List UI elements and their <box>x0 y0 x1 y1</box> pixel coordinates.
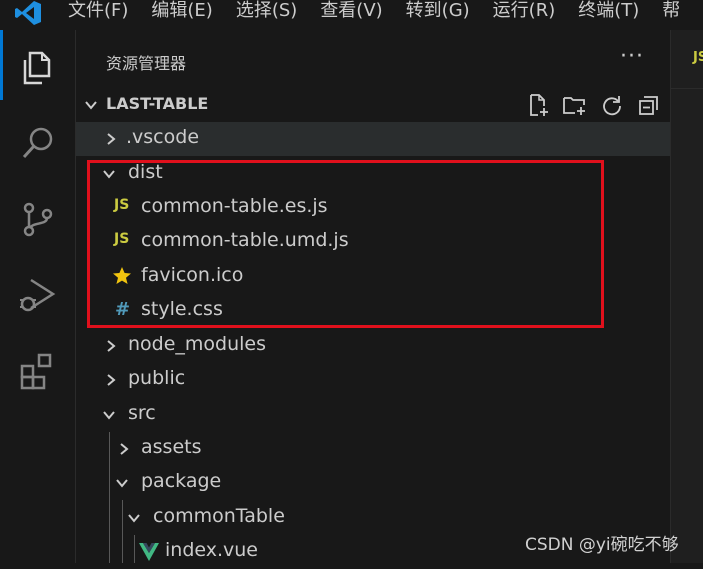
collapse-all-icon[interactable] <box>636 92 662 118</box>
search-icon[interactable] <box>17 122 59 164</box>
tree-item-label: public <box>128 367 186 389</box>
tree-folder-src[interactable]: src <box>76 398 670 432</box>
workspace-section-header[interactable]: LAST-TABLE <box>76 90 670 120</box>
menu-selection[interactable]: 选择(S) <box>236 0 297 24</box>
tree-item-label: index.vue <box>165 539 258 561</box>
tree-item-label: commonTable <box>153 505 285 527</box>
highlight-box <box>87 160 604 328</box>
tree-item-label: assets <box>141 436 202 458</box>
chevron-down-icon <box>85 101 97 110</box>
chevron-down-icon <box>128 514 140 523</box>
active-indicator <box>0 30 3 100</box>
menu-view[interactable]: 查看(V) <box>320 0 382 24</box>
chevron-right-icon <box>107 133 116 145</box>
menu-edit[interactable]: 编辑(E) <box>151 0 212 24</box>
extensions-icon[interactable] <box>17 350 59 392</box>
tree-item-label: src <box>128 402 156 424</box>
section-actions <box>525 92 662 118</box>
new-file-icon[interactable] <box>525 92 551 118</box>
more-actions-icon[interactable]: ··· <box>620 44 644 69</box>
tree-item-label: package <box>141 470 222 492</box>
new-folder-icon[interactable] <box>562 92 588 118</box>
chevron-right-icon <box>107 374 116 386</box>
chevron-right-icon <box>120 443 129 455</box>
menu-run[interactable]: 运行(R) <box>493 0 556 24</box>
run-debug-icon[interactable] <box>17 274 59 316</box>
menu-help[interactable]: 帮 <box>662 0 680 24</box>
tree-folder-node-modules[interactable]: node_modules <box>76 329 670 363</box>
activity-bar <box>0 30 76 563</box>
chevron-right-icon <box>107 340 116 352</box>
menu-file[interactable]: 文件(F) <box>68 0 128 24</box>
menu-go[interactable]: 转到(G) <box>406 0 470 24</box>
menu-items: 文件(F) 编辑(E) 选择(S) 查看(V) 转到(G) 运行(R) 终端(T… <box>68 0 703 24</box>
tab-divider <box>671 88 703 89</box>
chevron-down-icon <box>103 411 115 420</box>
editor-area: JS <box>670 30 703 563</box>
menu-terminal[interactable]: 终端(T) <box>578 0 639 24</box>
chevron-down-icon <box>116 479 128 488</box>
explorer-icon[interactable] <box>17 46 59 88</box>
explorer-title: 资源管理器 <box>106 54 187 73</box>
editor-tab-js-icon[interactable]: JS <box>693 50 703 65</box>
vscode-logo-icon[interactable] <box>14 0 42 26</box>
watermark: CSDN @yi碗吃不够 <box>525 535 679 555</box>
tree-folder-package[interactable]: package <box>76 466 670 500</box>
tree-folder-assets[interactable]: assets <box>76 432 670 466</box>
menubar: 文件(F) 编辑(E) 选择(S) 查看(V) 转到(G) 运行(R) 终端(T… <box>0 0 703 30</box>
source-control-icon[interactable] <box>17 198 59 240</box>
workspace-name: LAST-TABLE <box>106 94 209 113</box>
tree-item-label: node_modules <box>128 333 267 355</box>
vue-file-icon <box>139 543 159 561</box>
refresh-icon[interactable] <box>599 92 625 118</box>
tree-folder-public[interactable]: public <box>76 363 670 397</box>
tree-item-label: .vscode <box>126 126 200 148</box>
tree-folder-vscode[interactable]: .vscode <box>76 122 670 156</box>
